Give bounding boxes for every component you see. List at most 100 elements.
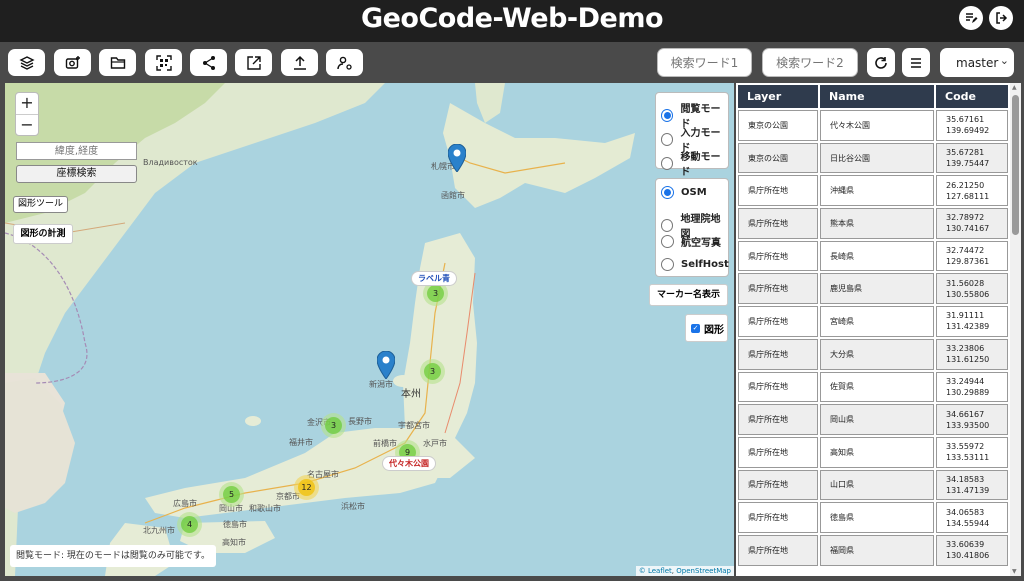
marker-cluster[interactable]: 12 [294,475,319,500]
cell-code: 33.60639 130.41806 [936,534,1008,566]
table-row[interactable]: 東京の公園 日比谷公園 35.67281 139.75447 [738,142,1008,174]
layers-icon[interactable] [8,49,45,76]
add-photo-icon[interactable] [54,49,91,76]
marker-cluster[interactable]: 5 [219,482,244,507]
marker-cluster[interactable]: 4 [177,512,202,537]
chevron-down-icon: ⌄ [999,54,1009,67]
table-row[interactable]: 県庁所在地 佐賀県 33.24944 130.29889 [738,371,1008,403]
radio-selected[interactable] [661,186,674,199]
shape-measure-button[interactable]: 図形の計測 [13,224,73,244]
cell-code: 31.91111 131.42389 [936,306,1008,337]
table-row[interactable]: 県庁所在地 山口県 34.18583 131.47139 [738,469,1008,501]
cell-layer: 県庁所在地 [738,175,818,207]
data-table-panel: Layer Name Code 東京の公園 代々木公園 35.67161 139.69… [736,83,1010,576]
mode-panel: 閲覧モード 入力モード 移動モード [655,92,729,178]
map-attribution: © Leaflet, OpenStreetMap [635,566,734,576]
radio-selected[interactable] [661,108,674,122]
cell-code-lat: 26.21250 [946,180,985,190]
checkbox-checked-icon[interactable]: ✓ [691,323,700,333]
cell-code: 33.24944 130.29889 [936,371,1008,403]
marker-cluster[interactable]: 3 [420,359,445,384]
cluster-count: 5 [223,486,240,503]
cell-code-lon: 131.47139 [946,485,990,495]
search-word-2-input[interactable] [762,48,858,77]
table-row[interactable]: 県庁所在地 福岡県 33.60639 130.41806 [738,534,1008,566]
coordinate-input[interactable] [16,142,137,160]
basemap-aerial-option[interactable]: 航空写真 [661,234,721,249]
map-pin-icon[interactable] [377,351,395,379]
scroll-up-icon[interactable]: ▲ [1012,84,1017,91]
place-label: 本州 [401,389,421,400]
column-header-name[interactable]: Name [820,85,934,108]
table-row[interactable]: 県庁所在地 高知県 33.55972 133.53111 [738,436,1008,468]
cell-code-lat: 33.23806 [946,344,985,354]
cell-code-lat: 32.74472 [946,246,985,256]
cell-name: 代々木公園 [820,110,934,141]
place-label: 福井市 [289,438,313,447]
column-header-code[interactable]: Code [936,85,1008,108]
table-row[interactable]: 県庁所在地 熊本県 32.78972 130.74167 [738,208,1008,239]
zoom-out-button[interactable]: − [16,114,38,135]
basemap-osm-option[interactable]: OSM [661,186,707,199]
basemap-selfhost-option[interactable]: SelfHost [661,258,729,271]
edit-note-icon[interactable] [959,6,983,30]
table-row[interactable]: 県庁所在地 岡山県 34.66167 133.93500 [738,404,1008,435]
shape-tool-button[interactable]: 図形ツール [13,196,68,213]
cell-layer: 県庁所在地 [738,273,818,305]
coordinate-search-button[interactable]: 座標検索 [16,165,137,183]
table-row[interactable]: 県庁所在地 長崎県 32.74472 129.87361 [738,240,1008,272]
table-row[interactable]: 東京の公園 代々木公園 35.67161 139.69492 [738,110,1008,141]
table-row[interactable]: 県庁所在地 鹿児島県 31.56028 130.55806 [738,273,1008,305]
radio[interactable] [661,156,674,170]
marker-name-toggle-button[interactable]: マーカー名表示 [649,284,728,306]
cell-code-lon: 130.74167 [946,224,990,234]
cell-code-lat: 33.24944 [946,376,985,386]
osm-link[interactable]: OpenStreetMap [676,567,731,575]
table-scrollbar[interactable]: ▲ ▼ [1010,83,1021,576]
upload-icon[interactable] [281,49,318,76]
map-pin-icon[interactable] [448,144,466,172]
table-row[interactable]: 県庁所在地 徳島県 34.06583 134.55944 [738,502,1008,533]
radio[interactable] [661,132,674,146]
refresh-icon[interactable] [867,48,895,77]
table-row[interactable]: 県庁所在地 沖縄県 26.21250 127.68111 [738,175,1008,207]
data-table: Layer Name Code 東京の公園 代々木公園 35.67161 139.69… [736,83,1010,568]
cell-code-lon: 127.68111 [946,191,990,201]
table-row[interactable]: 県庁所在地 宮崎県 31.91111 131.42389 [738,306,1008,337]
mode-move-option[interactable]: 移動モード [661,148,728,178]
user-settings-icon[interactable] [326,49,363,76]
radio[interactable] [661,218,674,232]
leaflet-link[interactable]: © Leaflet [639,567,672,575]
cell-code-lat: 31.56028 [946,278,985,288]
cell-name: 福岡県 [820,534,934,566]
shapes-checkbox[interactable]: ✓ 図形 [685,314,728,342]
radio[interactable] [661,235,674,248]
marker-cluster[interactable]: 3 [321,413,346,438]
place-label: Владивосток [143,158,198,167]
column-header-layer[interactable]: Layer [738,85,818,108]
radio[interactable] [661,258,674,271]
place-label: 高知市 [222,538,246,547]
open-external-icon[interactable] [235,49,272,76]
branch-select[interactable]: master ⌄ [940,48,1014,77]
table-row[interactable]: 県庁所在地 大分県 33.23806 131.61250 [738,338,1008,370]
scrollbar-thumb[interactable] [1012,95,1019,235]
place-label: 和歌山市 [249,504,281,513]
qr-scan-icon[interactable] [145,49,182,76]
marker-label-red: 代々木公園 [382,456,436,471]
cell-code-lon: 131.42389 [946,322,990,332]
cell-name: 徳島県 [820,502,934,533]
zoom-in-button[interactable]: + [16,93,38,114]
folder-open-icon[interactable] [99,49,136,76]
scroll-down-icon[interactable]: ▼ [1012,568,1017,575]
share-icon[interactable] [190,49,227,76]
cell-name: 熊本県 [820,208,934,239]
cell-code: 33.23806 131.61250 [936,338,1008,370]
cell-name: 高知県 [820,436,934,468]
status-message: 閲覧モード: 現在のモードは閲覧のみ可能です。 [10,545,216,567]
place-label: 徳島市 [223,520,247,529]
map-view[interactable]: 本州 Владивосток 札幌市 函館市 新潟市 長野市 金沢市 福井市 名… [5,83,734,576]
list-icon[interactable] [902,48,930,77]
search-word-1-input[interactable] [657,48,752,77]
logout-icon[interactable] [989,6,1013,30]
